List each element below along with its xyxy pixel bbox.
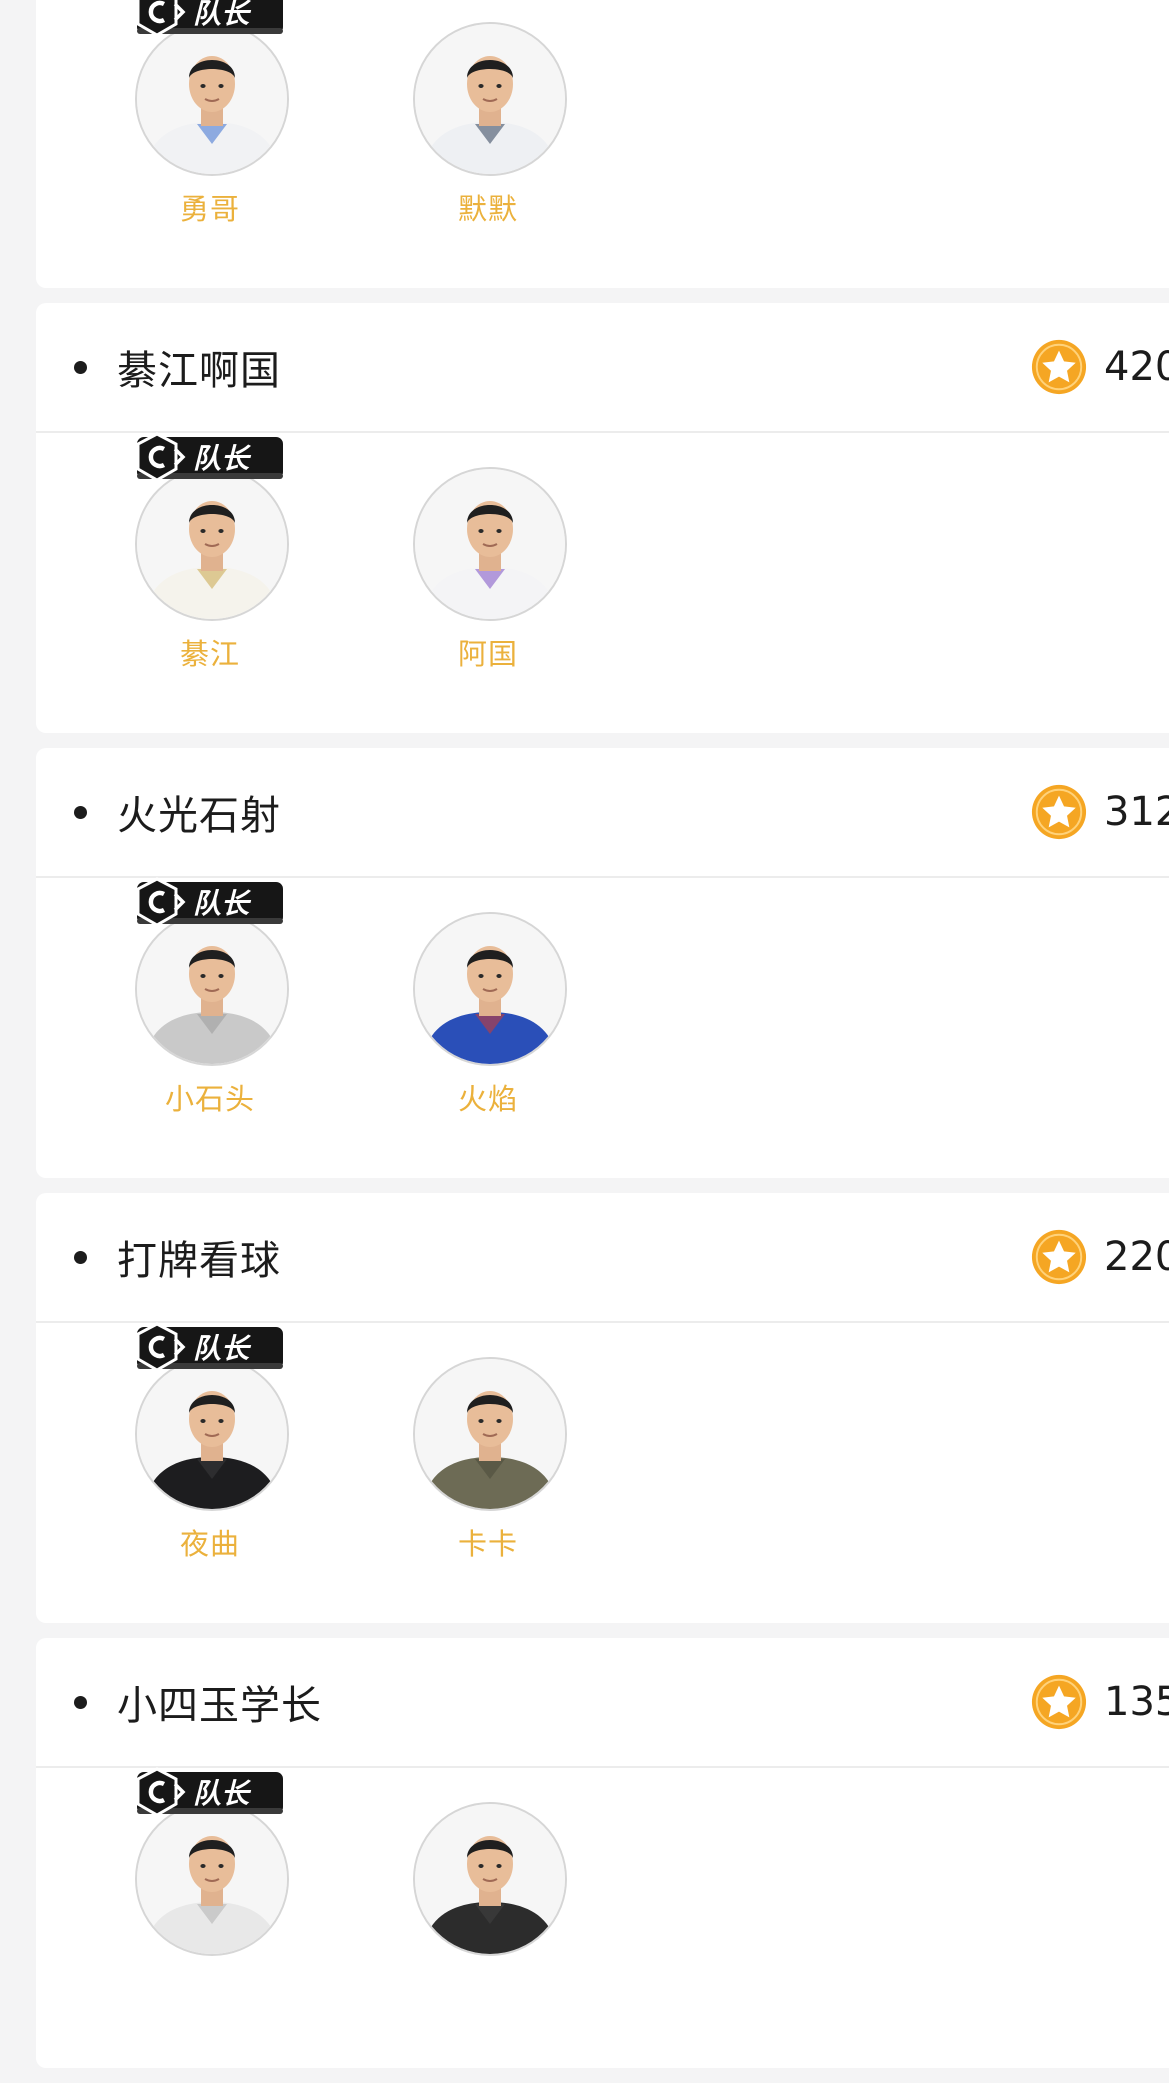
bullet-dot [74,805,87,819]
team-name: 小四玉学长 [117,1683,322,1729]
team-name: 綦江啊国 [117,348,281,394]
captain-badge-label: 队长 [193,887,252,920]
team-header[interactable]: 打牌看球 220 [36,1193,1169,1323]
avatar[interactable] [413,22,567,176]
avatar-container: 队长 [133,0,293,178]
avatar-photo [137,914,287,1064]
team-name: 火光石射 [117,793,281,839]
avatar-container [411,1800,571,1958]
captain-badge-label: 队长 [193,1777,252,1810]
team-score: 420 [1030,303,1169,431]
team-card: 火光石射 312 队长 小石头 火焰 [36,748,1169,1178]
member-row: 队长 夜曲 卡卡 [36,1322,1169,1623]
team-header[interactable]: 綦江啊国 420 [36,303,1169,433]
avatar-container [411,465,571,623]
avatar[interactable] [135,1357,289,1511]
captain-badge-icon: 队长 [136,1322,283,1372]
captain-badge-icon: 队长 [136,432,283,482]
avatar-container: 队长 [133,1767,293,1958]
captain-badge-icon: 队长 [136,877,283,927]
avatar-photo [415,914,565,1064]
avatar-photo [415,1804,565,1954]
team-score: 312 [1030,748,1169,876]
team-member[interactable] [411,1800,571,1966]
star-medal-icon [1031,1674,1087,1730]
star-medal-icon [1031,339,1087,395]
avatar-container [411,1355,571,1513]
bullet-dot [74,1695,87,1709]
captain-badge-label: 队长 [193,0,252,30]
team-member[interactable]: 火焰 [411,910,571,1118]
member-row: 队长 勇哥 默默 [36,0,1169,288]
avatar[interactable] [135,1802,289,1956]
score-value: 135 [1104,1679,1169,1725]
avatar[interactable] [135,912,289,1066]
avatar-container [411,910,571,1068]
member-row: 队长 綦江 阿国 [36,432,1169,733]
avatar-photo [137,24,287,174]
team-card: 綦江啊国 420 队长 綦江 阿国 [36,303,1169,733]
avatar-photo [415,1359,565,1509]
team-header[interactable]: 小四玉学长 135 [36,1638,1169,1768]
team-card: 打牌看球 220 队长 夜曲 卡卡 [36,1193,1169,1623]
avatar-photo [137,469,287,619]
avatar-container: 队长 [133,1322,293,1513]
captain-badge-icon: 队长 [136,0,283,37]
team-member[interactable]: 队长綦江 [133,432,293,673]
avatar-photo [415,24,565,174]
team-member[interactable]: 阿国 [411,465,571,673]
member-row: 队长 [36,1767,1169,2068]
bullet-dot [74,360,87,374]
team-member[interactable]: 队长夜曲 [133,1322,293,1563]
member-name: 勇哥 [179,192,240,226]
team-member[interactable]: 卡卡 [411,1355,571,1563]
avatar-container: 队长 [133,432,293,623]
team-list: 队长 勇哥 默默 綦江啊国 420 队长 綦江 阿国 火光石射 312 队长 小石头 火焰 打牌看球 220… [36,0,1169,2083]
score-value: 220 [1104,1234,1169,1280]
member-name: 阿国 [457,637,518,671]
team-header[interactable]: 火光石射 312 [36,748,1169,878]
member-name: 綦江 [179,637,240,671]
member-name: 默默 [457,192,518,226]
team-member[interactable]: 队长小石头 [133,877,293,1118]
member-row: 队长 小石头 火焰 [36,877,1169,1178]
bullet-dot [74,1250,87,1264]
captain-badge-icon: 队长 [136,1767,283,1817]
team-name: 打牌看球 [117,1238,281,1284]
star-medal-icon [1031,1229,1087,1285]
team-member[interactable]: 默默 [411,20,571,228]
member-name: 卡卡 [457,1527,518,1561]
team-card: 队长 勇哥 默默 [36,0,1169,288]
member-name: 小石头 [164,1082,255,1116]
captain-badge-label: 队长 [193,442,252,475]
avatar[interactable] [413,1357,567,1511]
avatar[interactable] [413,912,567,1066]
avatar[interactable] [135,467,289,621]
captain-badge-label: 队长 [193,1332,252,1365]
avatar-container: 队长 [133,877,293,1068]
team-member[interactable]: 队长 [133,1767,293,1966]
member-name: 火焰 [457,1082,518,1116]
avatar-photo [415,469,565,619]
member-name: 夜曲 [179,1527,240,1561]
avatar-container [411,20,571,178]
team-member[interactable]: 队长勇哥 [133,0,293,228]
score-value: 420 [1104,344,1169,390]
star-medal-icon [1031,784,1087,840]
team-card: 小四玉学长 135 队长 [36,1638,1169,2068]
score-value: 312 [1104,789,1169,835]
avatar[interactable] [413,1802,567,1956]
team-score: 135 [1030,1638,1169,1766]
avatar-photo [137,1359,287,1509]
avatar[interactable] [135,22,289,176]
avatar-photo [137,1804,287,1954]
team-score: 220 [1030,1193,1169,1321]
avatar[interactable] [413,467,567,621]
